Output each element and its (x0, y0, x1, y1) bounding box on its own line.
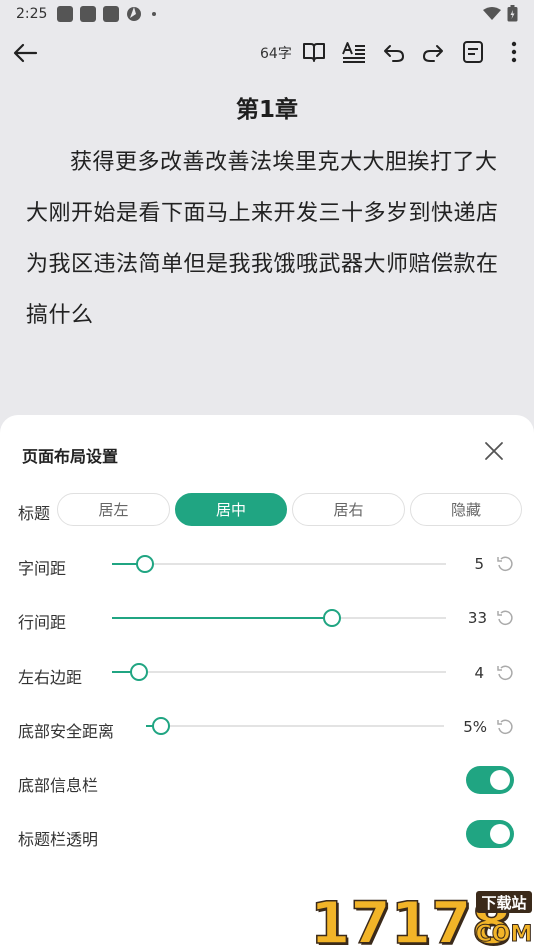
aperture-icon (127, 7, 142, 21)
side-margin-label: 左右边距 (18, 668, 83, 687)
svg-text:下载站: 下载站 (481, 894, 526, 912)
line-spacing-fill (112, 617, 332, 619)
line-spacing-value: 33 (467, 609, 487, 627)
bottom-info-bar-toggle[interactable] (466, 766, 514, 794)
status-bar: 2:25 (0, 0, 534, 28)
watermark-logo: 17178 17178 下载站 COM (310, 888, 533, 950)
align-center-option[interactable]: 居中 (175, 493, 287, 526)
line-spacing-label: 行间距 (18, 613, 67, 632)
close-icon (485, 442, 503, 460)
bottom-info-bar-label: 底部信息栏 (18, 776, 99, 795)
note-icon (463, 41, 483, 63)
redo-button[interactable] (419, 38, 447, 66)
notification-icon (57, 6, 74, 22)
book-button[interactable] (300, 38, 328, 66)
wifi-icon (483, 6, 501, 20)
notification-icon (80, 6, 97, 22)
back-button[interactable] (10, 38, 40, 68)
side-margin-thumb[interactable] (130, 663, 148, 681)
reset-icon[interactable] (496, 555, 514, 573)
reset-icon[interactable] (496, 718, 514, 736)
letter-spacing-label: 字间距 (18, 559, 67, 578)
title-alignment-label: 标题 (18, 504, 51, 523)
more-notifications-icon (152, 12, 157, 16)
word-count: 64字 (260, 46, 292, 62)
align-right-option[interactable]: 居右 (292, 493, 405, 526)
close-button[interactable] (482, 439, 506, 463)
text-format-icon (342, 42, 365, 63)
hide-title-option[interactable]: 隐藏 (410, 493, 522, 526)
redo-icon (423, 45, 443, 62)
status-time: 2:25 (16, 6, 48, 22)
side-margin-slider[interactable] (112, 671, 446, 673)
bottom-safe-area-thumb[interactable] (152, 717, 170, 735)
bottom-safe-area-slider[interactable] (146, 725, 444, 727)
svg-text:COM: COM (476, 922, 533, 947)
notification-icon (103, 6, 120, 22)
undo-icon (384, 45, 404, 62)
open-book-icon (303, 43, 325, 62)
notes-button[interactable] (459, 38, 487, 66)
reset-icon[interactable] (496, 609, 514, 627)
sheet-title: 页面布局设置 (22, 447, 119, 466)
text-format-button[interactable] (340, 38, 368, 66)
letter-spacing-value: 5 (474, 555, 484, 573)
bottom-safe-area-label: 底部安全距离 (18, 722, 115, 741)
align-left-option[interactable]: 居左 (57, 493, 170, 526)
transparent-title-bar-toggle[interactable] (466, 820, 514, 848)
line-spacing-thumb[interactable] (323, 609, 341, 627)
toggle-knob (490, 824, 510, 844)
side-margin-value: 4 (474, 664, 484, 682)
chapter-title: 第1章 (235, 97, 298, 123)
transparent-title-bar-label: 标题栏透明 (18, 830, 99, 849)
layout-settings-sheet: 页面布局设置 标题 居左 居中 居右 隐藏 字间距 5 行间距 33 左右边距 … (0, 415, 534, 950)
arrow-left-icon (13, 43, 38, 63)
bottom-safe-area-value: 5% (463, 718, 487, 736)
undo-button[interactable] (380, 38, 408, 66)
reset-icon[interactable] (496, 664, 514, 682)
battery-icon (507, 5, 518, 22)
reader-toolbar: 64字 (0, 28, 534, 76)
chapter-content: 获得更多改善改善法埃里克大大胆挨打了大大刚开始是看下面马上来开发三十多岁到快递店… (26, 150, 499, 328)
more-vertical-icon (511, 41, 517, 63)
toggle-knob (490, 770, 510, 790)
more-button[interactable] (500, 38, 528, 66)
letter-spacing-thumb[interactable] (136, 555, 154, 573)
letter-spacing-slider[interactable] (112, 563, 446, 565)
